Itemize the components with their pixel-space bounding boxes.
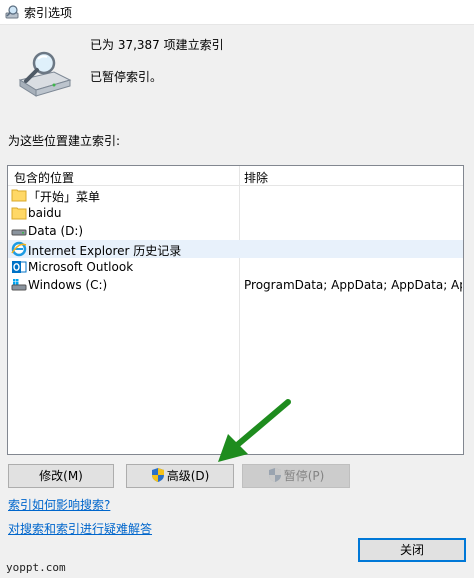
location-name: Internet Explorer 历史记录 — [28, 244, 182, 258]
modify-button[interactable]: 修改(M) — [8, 464, 114, 488]
advanced-button-label: 高级(D) — [166, 469, 210, 483]
how-index-affects-search-link[interactable]: 索引如何影响搜索? — [8, 496, 110, 513]
indexing-magnifier-drive-icon — [18, 51, 72, 97]
pause-button-label: 暂停(P) — [283, 469, 325, 483]
close-button[interactable]: 关闭 — [358, 538, 466, 562]
indexed-count-text: 已为 37,387 项建立索引 — [90, 38, 224, 52]
outlook-icon — [12, 261, 27, 273]
uac-shield-icon — [151, 468, 164, 482]
column-header-included[interactable]: 包含的位置 — [14, 169, 74, 186]
window-title: 索引选项 — [24, 6, 73, 20]
advanced-button[interactable]: 高级(D) — [126, 464, 234, 488]
pause-button[interactable]: 暂停(P) — [242, 464, 350, 488]
internet-explorer-icon — [11, 241, 27, 257]
location-name: Windows (C:) — [28, 278, 108, 292]
troubleshoot-search-indexing-link[interactable]: 对搜索和索引进行疑难解答 — [8, 520, 152, 537]
list-item[interactable]: Internet Explorer 历史记录 — [8, 240, 463, 258]
location-name: baidu — [28, 206, 62, 220]
locations-section-label: 为这些位置建立索引: — [8, 134, 121, 148]
location-name: Data (D:) — [28, 224, 84, 238]
list-item[interactable]: 「开始」菜单 — [8, 186, 463, 204]
location-name: 「开始」菜单 — [28, 190, 101, 204]
annotation-arrow-icon — [218, 399, 291, 462]
list-header: 包含的位置 排除 — [8, 166, 463, 186]
modify-button-label: 修改(M) — [39, 469, 83, 483]
excluded-paths: ProgramData; AppData; AppData; AppDat... — [244, 278, 462, 292]
location-name: Microsoft Outlook — [28, 260, 134, 274]
drive-icon — [11, 229, 27, 236]
list-item[interactable]: baidu — [8, 204, 463, 222]
windows-drive-icon — [11, 279, 27, 291]
close-button-label: 关闭 — [399, 543, 424, 557]
column-header-excluded[interactable]: 排除 — [244, 169, 268, 186]
list-item[interactable]: Windows (C:) ProgramData; AppData; AppDa… — [8, 276, 463, 294]
index-status-text: 已暂停索引。 — [90, 70, 163, 84]
uac-shield-icon — [268, 468, 281, 482]
folder-icon — [11, 189, 27, 202]
watermark-text: yoppt.com — [6, 561, 66, 574]
folder-icon — [11, 207, 27, 220]
indexing-options-app-icon — [5, 5, 19, 19]
list-item[interactable]: Data (D:) — [8, 222, 463, 240]
title-bar: 索引选项 — [0, 0, 474, 25]
list-item[interactable]: Microsoft Outlook — [8, 258, 463, 276]
